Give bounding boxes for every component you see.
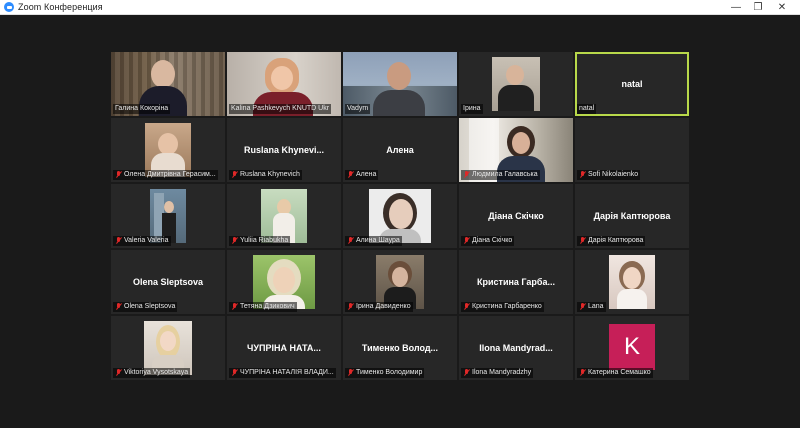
participant-name: Ірина (461, 104, 483, 114)
minimize-icon[interactable]: — (726, 0, 746, 14)
participant-display-name: Ruslana Khynevi... (243, 145, 325, 155)
participant-tile[interactable]: Діана Скічко Діана Скічко (459, 184, 573, 248)
muted-mic-icon (115, 171, 122, 179)
participant-tile[interactable]: Галина Кокоріна (111, 52, 225, 116)
muted-mic-icon (115, 303, 122, 311)
participant-name: natal (577, 104, 597, 114)
muted-mic-icon (463, 303, 470, 311)
participant-tile[interactable]: Олена Дмитрівна Герасим... (111, 118, 225, 182)
participant-avatar: K (609, 324, 655, 370)
participant-name: Sofi Nikolaienko (577, 170, 641, 180)
window-title: Zoom Конференция (18, 2, 103, 12)
participant-name: Катерина Семашко (577, 368, 653, 378)
participant-tile[interactable]: Кристина Гарба... Кристина Гарбаренко (459, 250, 573, 314)
muted-mic-icon (115, 237, 122, 245)
muted-mic-icon (579, 237, 586, 245)
participant-name: Olena Sleptsova (113, 302, 178, 312)
participant-name: Vadym (345, 104, 371, 114)
participant-tile[interactable]: Sofi Nikolaienko (575, 118, 689, 182)
participant-display-name: ЧУПРІНА НАТА... (247, 343, 321, 353)
muted-mic-icon (347, 237, 354, 245)
participant-display-name: Діана Скічко (488, 211, 544, 221)
muted-mic-icon (463, 369, 470, 377)
participant-name: Ruslana Khynevich (229, 170, 302, 180)
participant-name: Алина Шаура (345, 236, 402, 246)
participant-name: Олена Дмитрівна Герасим... (113, 170, 218, 180)
participant-tile[interactable]: Kalina Pashkevych KNUTD Ukr (227, 52, 341, 116)
muted-mic-icon (231, 303, 238, 311)
participant-name: Тетяна Дзикович (229, 302, 297, 312)
participant-name: Алена (345, 170, 379, 180)
participant-tile[interactable]: Дарія Каптюрова Дарія Каптюрова (575, 184, 689, 248)
participant-name: ЧУПРІНА НАТАЛІЯ ВЛАДИ... (229, 368, 336, 378)
participant-tile[interactable]: Yuliia Riabukha (227, 184, 341, 248)
participant-name: Viktoriya Vysotskaya (113, 368, 191, 378)
window-titlebar: Zoom Конференция — ❐ ✕ (0, 0, 800, 15)
participant-video (253, 255, 315, 309)
participant-name: Kalina Pashkevych KNUTD Ukr (229, 104, 332, 114)
muted-mic-icon (579, 303, 586, 311)
participant-video (376, 255, 424, 309)
participant-video (261, 189, 307, 243)
participant-tile[interactable]: Valeria Valeria (111, 184, 225, 248)
participant-name: Кристина Гарбаренко (461, 302, 544, 312)
participant-tile[interactable]: Ilona Mandyrad... Ilona Mandyradzhy (459, 316, 573, 380)
participant-tile[interactable]: Ruslana Khynevi... Ruslana Khynevich (227, 118, 341, 182)
participant-display-name: Olena Sleptsova (132, 277, 204, 287)
participant-video (145, 123, 191, 177)
muted-mic-icon (463, 171, 470, 179)
participant-name: Дарія Каптюрова (577, 236, 646, 246)
participant-display-name: Алена (386, 145, 414, 155)
participant-name: Тименко Володимир (345, 368, 425, 378)
participant-display-name: Ilona Mandyrad... (479, 343, 553, 353)
muted-mic-icon (579, 171, 586, 179)
participant-tile[interactable]: K Катерина Семашко (575, 316, 689, 380)
participant-display-name: natal (621, 79, 643, 89)
participant-tile[interactable]: Тименко Волод... Тименко Володимир (343, 316, 457, 380)
participant-video (144, 321, 192, 375)
participant-tile[interactable]: Vadym (343, 52, 457, 116)
participant-video (492, 57, 540, 111)
muted-mic-icon (231, 171, 238, 179)
restore-icon[interactable]: ❐ (748, 0, 768, 14)
muted-mic-icon (347, 369, 354, 377)
muted-mic-icon (231, 237, 238, 245)
muted-mic-icon (347, 303, 354, 311)
participant-name: Lana (577, 302, 606, 312)
participant-name: Галина Кокоріна (113, 104, 171, 114)
muted-mic-icon (347, 171, 354, 179)
participant-video (150, 189, 186, 243)
close-icon[interactable]: ✕ (772, 0, 792, 14)
participant-tile-active-speaker[interactable]: natal natal (575, 52, 689, 116)
participant-tile[interactable]: Алина Шаура (343, 184, 457, 248)
participant-name: Людмила Галавська (461, 170, 540, 180)
participant-name: Yuliia Riabukha (229, 236, 291, 246)
participant-display-name: Тименко Волод... (361, 343, 439, 353)
participant-display-name: Дарія Каптюрова (593, 211, 671, 221)
gallery-view: Галина Кокоріна Kalina Pashkevych KNUTD … (111, 52, 689, 386)
participant-tile[interactable]: Olena Sleptsova Olena Sleptsova (111, 250, 225, 314)
participant-tile[interactable]: Viktoriya Vysotskaya (111, 316, 225, 380)
participant-video (369, 189, 431, 243)
participant-tile[interactable]: Тетяна Дзикович (227, 250, 341, 314)
participant-name: Ірина Давиденко (345, 302, 413, 312)
participant-video (609, 255, 655, 309)
participant-tile[interactable]: Lana (575, 250, 689, 314)
muted-mic-icon (463, 237, 470, 245)
participant-tile[interactable]: Ірина Давиденко (343, 250, 457, 314)
participant-name: Ilona Mandyradzhy (461, 368, 534, 378)
participant-tile[interactable]: Людмила Галавська (459, 118, 573, 182)
muted-mic-icon (115, 369, 122, 377)
participant-display-name: Кристина Гарба... (477, 277, 555, 287)
participant-tile[interactable]: Алена Алена (343, 118, 457, 182)
muted-mic-icon (579, 369, 586, 377)
zoom-logo-icon (4, 2, 14, 12)
muted-mic-icon (231, 369, 238, 377)
participant-name: Діана Скічко (461, 236, 515, 246)
participant-name: Valeria Valeria (113, 236, 171, 246)
participant-tile[interactable]: ЧУПРІНА НАТА... ЧУПРІНА НАТАЛІЯ ВЛАДИ... (227, 316, 341, 380)
participant-tile[interactable]: Ірина (459, 52, 573, 116)
